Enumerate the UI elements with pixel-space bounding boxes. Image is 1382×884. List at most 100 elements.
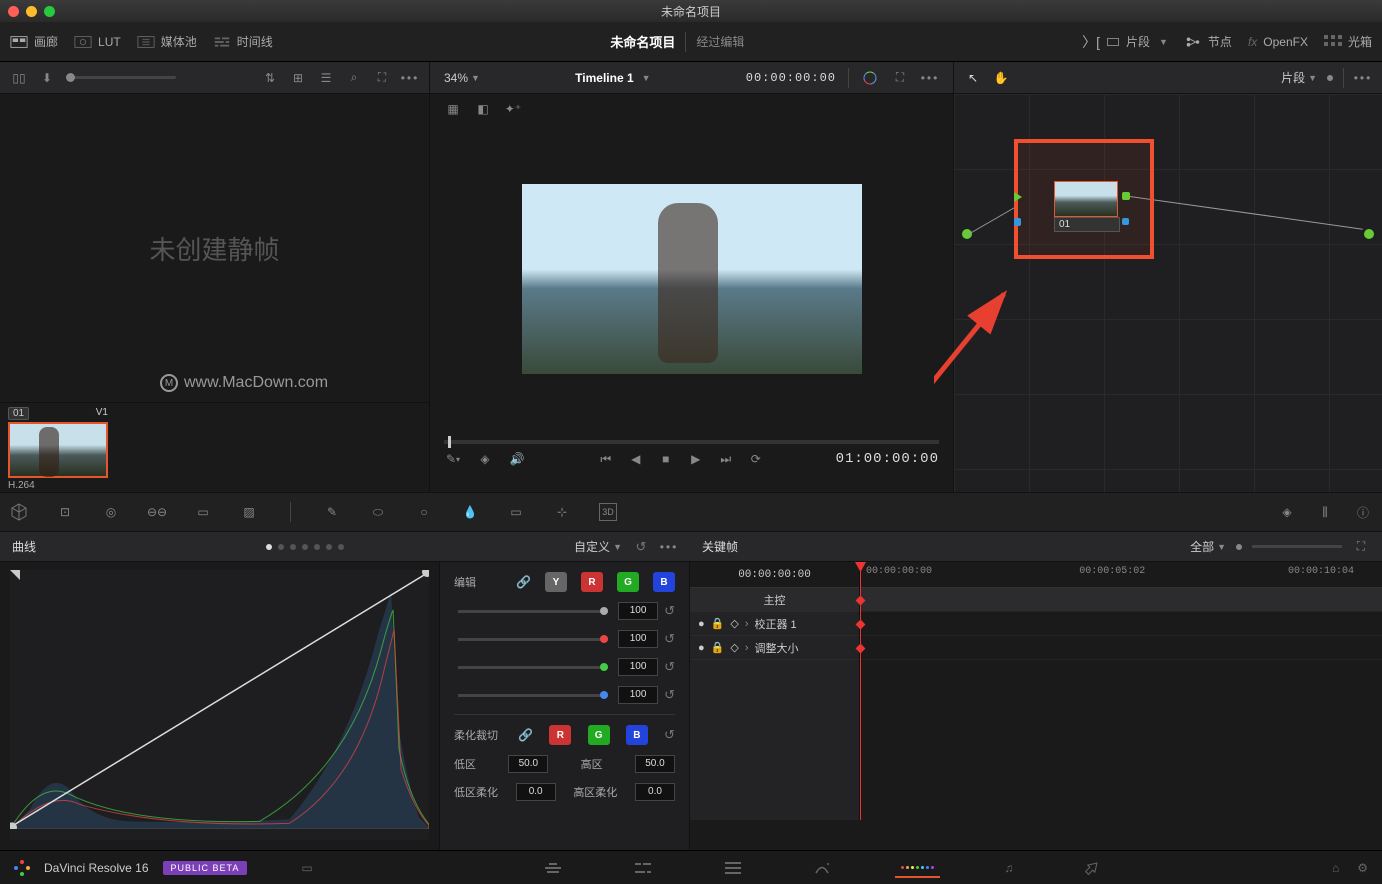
color-page-icon[interactable]	[901, 866, 934, 869]
minimize-icon[interactable]	[26, 6, 37, 17]
kf-playhead[interactable]	[860, 562, 861, 820]
play-reverse-icon[interactable]: ◀	[627, 450, 645, 468]
mask-icon[interactable]: ▭	[507, 503, 525, 521]
viewer-timecode[interactable]: 00:00:00:00	[746, 71, 836, 85]
hand-icon[interactable]: ✋	[992, 69, 1010, 87]
node-alpha-in-icon[interactable]	[1014, 218, 1021, 226]
openfx-toggle[interactable]: fx OpenFX	[1248, 35, 1308, 49]
still-icon[interactable]: ▭	[301, 861, 312, 875]
eyedropper-icon[interactable]: ✎▾	[444, 450, 462, 468]
node-mode-dropdown[interactable]: 片段▼	[1281, 69, 1317, 86]
fairlight-page-icon[interactable]: ♫	[1004, 861, 1013, 875]
b-reset-icon[interactable]: ↺	[664, 687, 675, 703]
node-alpha-out-icon[interactable]	[1122, 218, 1129, 225]
soft-link-icon[interactable]: 🔗	[518, 728, 533, 742]
kf-timeline[interactable]: 00:00:00:00 00:00:05:02 00:00:10:04	[860, 562, 1382, 820]
soft-b-chip[interactable]: B	[626, 725, 648, 745]
close-icon[interactable]	[8, 6, 19, 17]
home-icon[interactable]: ⌂	[1332, 861, 1339, 875]
play-icon[interactable]: ▶	[687, 450, 705, 468]
r-chip[interactable]: R	[581, 572, 603, 592]
kf-lock-icon[interactable]: 🔒	[711, 617, 725, 630]
prev-clip-icon[interactable]: ⏮	[597, 450, 615, 468]
b-chip[interactable]: B	[653, 572, 675, 592]
expand-icon[interactable]: ⛶	[891, 69, 909, 87]
drop-icon[interactable]: 💧	[461, 503, 479, 521]
search-icon[interactable]: ⌕	[345, 69, 363, 87]
soft-r-chip[interactable]: R	[549, 725, 571, 745]
diagonal-icon[interactable]: ▨	[240, 503, 258, 521]
thumbnail-size-slider[interactable]	[66, 76, 176, 79]
kf-zoom-slider[interactable]	[1252, 545, 1342, 548]
magic-icon[interactable]: ✦⁺	[504, 100, 522, 118]
kf-track-resize[interactable]: ● 🔒 ◇ › 调整大小	[690, 636, 859, 660]
frame-icon[interactable]: ▭	[194, 503, 212, 521]
nodes-toggle[interactable]: 节点	[1184, 33, 1232, 50]
kf-master-track[interactable]: 主控	[690, 588, 859, 612]
3d-icon[interactable]: 3D	[599, 503, 617, 521]
panel-layout-icon[interactable]: ▯▯	[10, 69, 28, 87]
y-slider[interactable]	[458, 610, 608, 613]
stop-icon[interactable]: ■	[657, 450, 675, 468]
curves-more-icon[interactable]: •••	[660, 538, 678, 556]
more-icon[interactable]: •••	[401, 69, 419, 87]
target-icon[interactable]: ◎	[102, 503, 120, 521]
low-soft-value[interactable]: 0.0	[516, 783, 556, 801]
edit-page-icon[interactable]	[723, 860, 743, 876]
deliver-page-icon[interactable]	[1083, 860, 1101, 876]
color-wheel-icon[interactable]	[861, 69, 879, 87]
clip-thumb-image[interactable]	[8, 422, 108, 478]
pointer-icon[interactable]: ↖	[964, 69, 982, 87]
node-in-tri-icon[interactable]	[1014, 192, 1022, 202]
ellipse-icon[interactable]: ⬭	[369, 503, 387, 521]
kf-timecode[interactable]: 00:00:00:00	[690, 562, 859, 588]
venn-icon[interactable]: ⊖⊖	[148, 503, 166, 521]
sort-icon[interactable]: ⇅	[261, 69, 279, 87]
nodes-more-icon[interactable]: •••	[1354, 69, 1372, 87]
g-value[interactable]: 100	[618, 658, 658, 676]
color-node[interactable]: 01	[1054, 181, 1120, 231]
kf-diamond-icon[interactable]: ◇	[730, 617, 738, 630]
g-chip[interactable]: G	[617, 572, 639, 592]
picker-icon[interactable]: ✎	[323, 503, 341, 521]
viewer-image[interactable]	[522, 184, 862, 374]
scrub-bar[interactable]	[444, 440, 939, 444]
gallery-toggle[interactable]: 画廊	[10, 33, 58, 50]
zoom-dropdown[interactable]: 34%▼	[444, 71, 480, 85]
waveform-icon[interactable]: ⫼	[1316, 503, 1334, 521]
lightbox-toggle[interactable]: 光箱	[1324, 33, 1372, 50]
y-chip[interactable]: Y	[545, 572, 567, 592]
gear-icon[interactable]: ⚙	[1357, 861, 1368, 875]
info-icon[interactable]: ⓘ	[1354, 503, 1372, 521]
r-reset-icon[interactable]: ↺	[664, 631, 675, 647]
soft-g-chip[interactable]: G	[588, 725, 610, 745]
b-value[interactable]: 100	[618, 686, 658, 704]
kf-expand-icon[interactable]: ⛶	[1352, 538, 1370, 556]
circle-icon[interactable]: ○	[415, 503, 433, 521]
cube-icon[interactable]	[10, 503, 28, 521]
crop-icon[interactable]: ⊡	[56, 503, 74, 521]
soft-reset-icon[interactable]: ↺	[664, 727, 675, 743]
tracker-icon[interactable]: ⊹	[553, 503, 571, 521]
timeline-dropdown[interactable]: Timeline 1▼	[575, 71, 650, 85]
low-value[interactable]: 50.0	[508, 755, 548, 773]
viewer-more-icon[interactable]: •••	[921, 69, 939, 87]
g-reset-icon[interactable]: ↺	[664, 659, 675, 675]
keyframes-filter-dropdown[interactable]: 全部▼	[1190, 538, 1226, 555]
split-icon[interactable]: ◧	[474, 100, 492, 118]
r-slider[interactable]	[458, 638, 608, 641]
node-graph-panel[interactable]: 01	[954, 94, 1382, 492]
list-view-icon[interactable]: ☰	[317, 69, 335, 87]
cut-page-icon[interactable]	[633, 860, 653, 876]
node-output-icon[interactable]	[1364, 229, 1374, 239]
grid-view-icon[interactable]: ⊞	[289, 69, 307, 87]
layers-icon[interactable]: ◈	[476, 450, 494, 468]
maximize-icon[interactable]	[44, 6, 55, 17]
kf-track-corrector[interactable]: ● 🔒 ◇ › 校正器 1	[690, 612, 859, 636]
curves-pager[interactable]	[266, 544, 344, 550]
high-soft-value[interactable]: 0.0	[635, 783, 675, 801]
clips-toggle[interactable]: 〉[ 片段 ▼	[1082, 32, 1168, 52]
clip-thumbnail[interactable]: 01 V1 H.264	[8, 407, 108, 491]
viewer-mode-icon[interactable]: ▦	[444, 100, 462, 118]
fusion-page-icon[interactable]	[813, 860, 831, 876]
